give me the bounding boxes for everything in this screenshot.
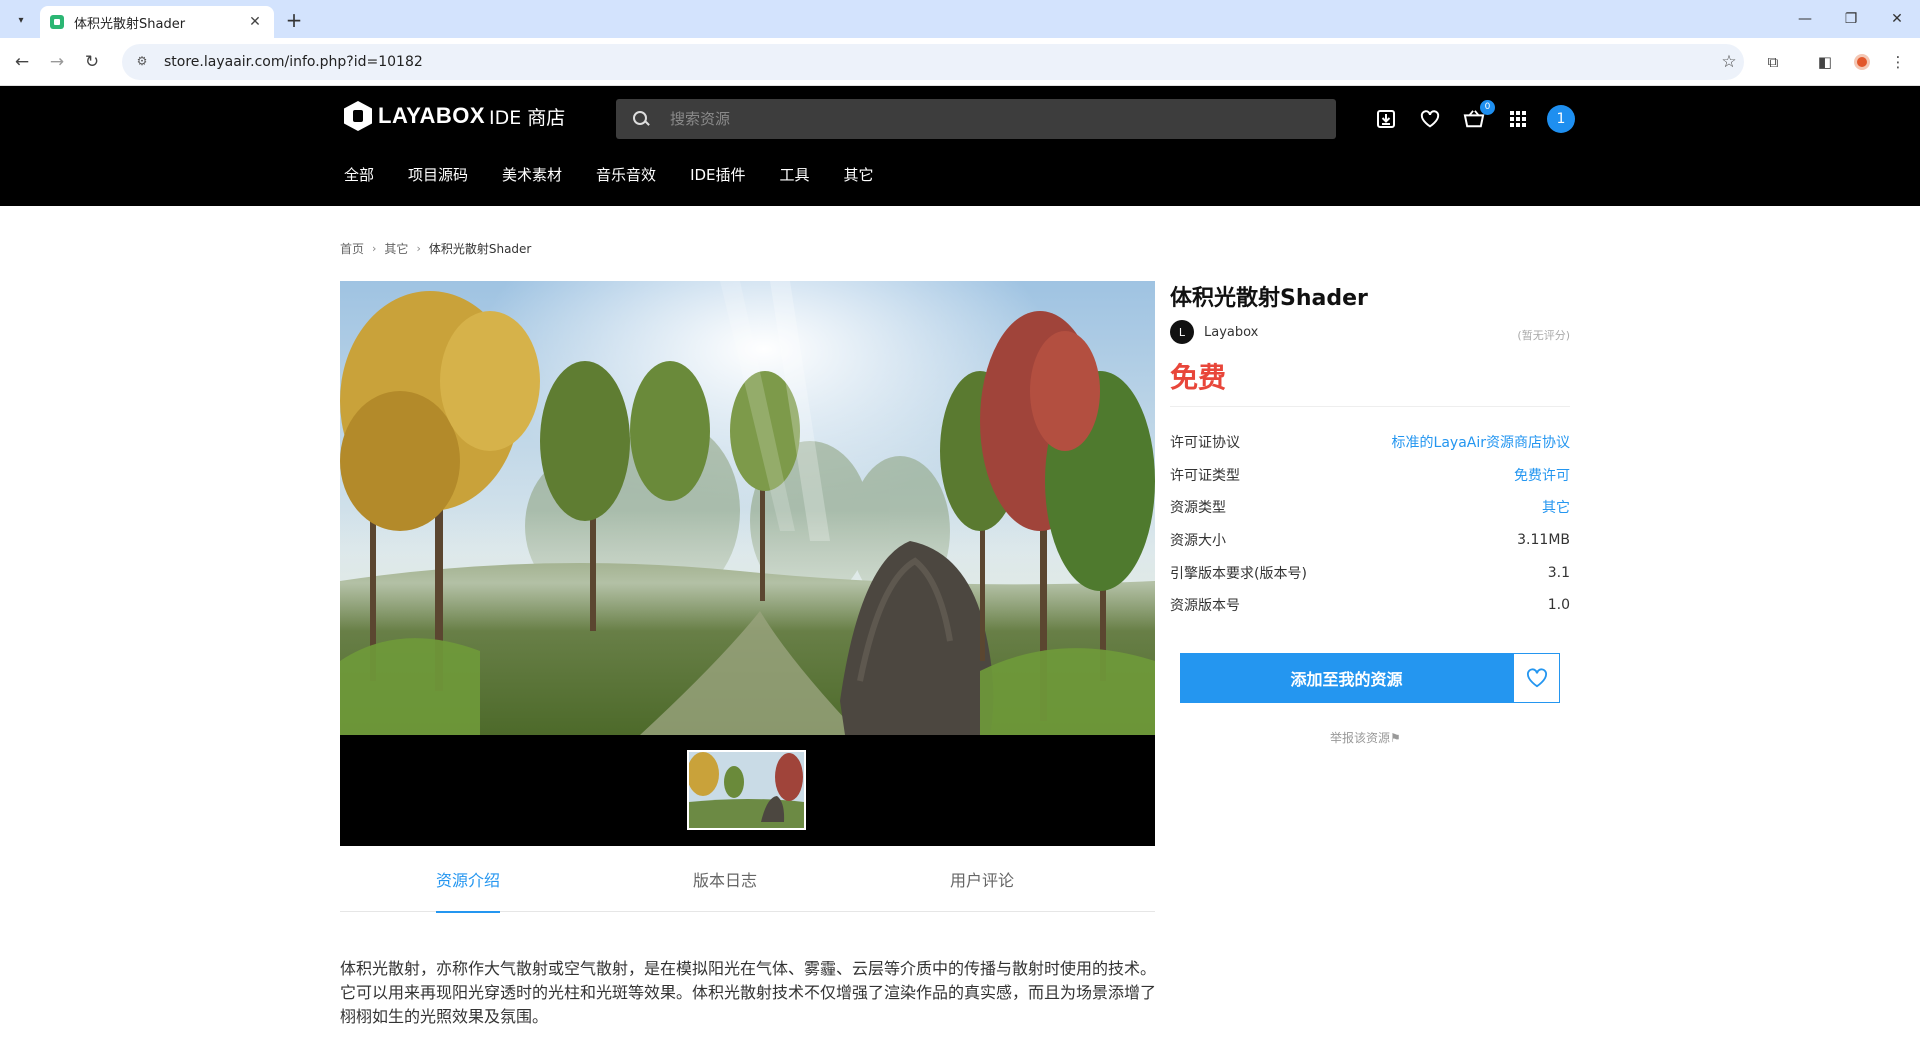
author-info[interactable]: L Layabox bbox=[1170, 320, 1258, 344]
more-menu-icon[interactable]: ⋮ bbox=[1886, 50, 1910, 74]
forward-icon[interactable]: → bbox=[45, 50, 69, 74]
nav-item-tools[interactable]: 工具 bbox=[780, 164, 810, 185]
browser-tabbar: ▾ 体积光散射Shader ✕ + — ❐ ✕ bbox=[0, 0, 1920, 38]
logo-subtitle: IDE 商店 bbox=[489, 106, 566, 129]
apps-grid-icon[interactable] bbox=[1505, 106, 1531, 132]
tab-title: 体积光散射Shader bbox=[74, 16, 186, 32]
nav-item-ide-plugins[interactable]: IDE插件 bbox=[690, 164, 745, 185]
layabox-logo-icon bbox=[344, 101, 372, 131]
profile-icon[interactable] bbox=[1850, 50, 1874, 74]
chevron-right-icon: › bbox=[372, 242, 377, 255]
heart-outline-icon bbox=[1526, 668, 1547, 688]
resource-description: 体积光散射，亦称作大气散射或空气散射，是在模拟阳光在气体、雾霾、云层等介质中的传… bbox=[340, 959, 1157, 1026]
nav-item-other[interactable]: 其它 bbox=[844, 164, 874, 185]
breadcrumb-category[interactable]: 其它 bbox=[384, 240, 408, 257]
logo-text: LAYABOX bbox=[378, 103, 486, 128]
price-label: 免费 bbox=[1170, 361, 1227, 394]
cart-count-badge: 0 bbox=[1480, 100, 1495, 115]
product-main-image[interactable] bbox=[340, 281, 1155, 735]
category-nav: 全部 项目源码 美术素材 音乐音效 IDE插件 工具 其它 bbox=[344, 164, 908, 185]
tab-favicon-icon bbox=[50, 15, 64, 29]
breadcrumb: 首页 › 其它 › 体积光散射Shader bbox=[340, 240, 531, 257]
bookmark-star-icon[interactable]: ☆ bbox=[1714, 52, 1744, 72]
spec-row-license: 许可证协议 标准的LayaAir资源商店协议 bbox=[1170, 426, 1570, 459]
chevron-right-icon: › bbox=[416, 242, 421, 255]
download-icon[interactable] bbox=[1373, 106, 1399, 132]
spec-label: 许可证类型 bbox=[1170, 467, 1240, 484]
spec-row-size: 资源大小 3.11MB bbox=[1170, 524, 1570, 557]
license-type-link[interactable]: 免费许可 bbox=[1514, 465, 1570, 485]
media-gallery bbox=[340, 281, 1155, 846]
nav-item-project-source[interactable]: 项目源码 bbox=[408, 164, 468, 185]
heart-icon[interactable] bbox=[1417, 106, 1443, 132]
nav-item-audio[interactable]: 音乐音效 bbox=[596, 164, 656, 185]
restore-icon[interactable]: ❐ bbox=[1828, 0, 1874, 38]
tab-list-icon[interactable]: ▾ bbox=[10, 9, 32, 31]
spec-row-engine-version: 引擎版本要求(版本号) 3.1 bbox=[1170, 556, 1570, 589]
rating-text: (暂无评分) bbox=[1517, 329, 1570, 342]
window-close-icon[interactable]: ✕ bbox=[1874, 0, 1920, 38]
extensions-icon[interactable]: ⧉ bbox=[1761, 50, 1785, 74]
product-thumbnail[interactable] bbox=[687, 750, 806, 830]
minimize-icon[interactable]: — bbox=[1782, 0, 1828, 38]
browser-tab[interactable]: 体积光散射Shader ✕ bbox=[40, 6, 274, 38]
spec-row-resource-version: 资源版本号 1.0 bbox=[1170, 589, 1570, 622]
spec-row-license-type: 许可证类型 免费许可 bbox=[1170, 459, 1570, 492]
divider bbox=[1170, 406, 1570, 407]
author-avatar: L bbox=[1170, 320, 1194, 344]
plus-icon[interactable]: + bbox=[282, 8, 306, 32]
search-input[interactable] bbox=[670, 110, 1336, 128]
spec-label: 资源版本号 bbox=[1170, 598, 1240, 615]
url-text[interactable]: store.layaair.com/info.php?id=10182 bbox=[164, 54, 1714, 70]
spec-label: 引擎版本要求(版本号) bbox=[1170, 565, 1307, 582]
license-agreement-link[interactable]: 标准的LayaAir资源商店协议 bbox=[1392, 432, 1570, 452]
tab-introduction[interactable]: 资源介绍 bbox=[436, 846, 501, 913]
author-name[interactable]: Layabox bbox=[1204, 325, 1258, 340]
spec-row-resource-type: 资源类型 其它 bbox=[1170, 491, 1570, 524]
tab-reviews[interactable]: 用户评论 bbox=[950, 846, 1014, 912]
report-resource-link[interactable]: 举报该资源⚑ bbox=[1330, 729, 1401, 746]
site-settings-icon[interactable]: ⚙ bbox=[134, 54, 150, 70]
engine-version-value: 3.1 bbox=[1547, 564, 1570, 581]
site-header: LAYABOX IDE 商店 0 1 全部 项目源码 美术素材 音乐音效 IDE… bbox=[0, 86, 1920, 206]
content-tabs: 资源介绍 版本日志 用户评论 bbox=[340, 846, 1155, 913]
user-avatar[interactable]: 1 bbox=[1547, 105, 1575, 133]
favorite-button[interactable] bbox=[1513, 653, 1560, 703]
spec-label: 资源类型 bbox=[1170, 500, 1226, 517]
spec-table: 许可证协议 标准的LayaAir资源商店协议 许可证类型 免费许可 资源类型 其… bbox=[1170, 426, 1570, 622]
breadcrumb-home[interactable]: 首页 bbox=[340, 240, 364, 257]
spec-label: 资源大小 bbox=[1170, 533, 1226, 550]
store-logo[interactable]: LAYABOX IDE 商店 bbox=[344, 100, 565, 132]
resource-version-value: 1.0 bbox=[1547, 597, 1570, 614]
resource-size-value: 3.11MB bbox=[1517, 532, 1570, 549]
address-toolbar: ← → ↻ ⚙ store.layaair.com/info.php?id=10… bbox=[0, 38, 1920, 86]
close-icon[interactable]: ✕ bbox=[246, 14, 264, 30]
nav-item-art-assets[interactable]: 美术素材 bbox=[502, 164, 562, 185]
tab-changelog[interactable]: 版本日志 bbox=[693, 846, 757, 912]
back-icon[interactable]: ← bbox=[10, 50, 34, 74]
spec-label: 许可证协议 bbox=[1170, 435, 1240, 452]
nav-item-all[interactable]: 全部 bbox=[344, 164, 374, 185]
breadcrumb-current: 体积光散射Shader bbox=[428, 242, 532, 256]
product-title: 体积光散射Shader bbox=[1170, 286, 1368, 311]
reload-icon[interactable]: ↻ bbox=[80, 50, 104, 74]
cart-icon[interactable]: 0 bbox=[1461, 100, 1495, 132]
side-panel-icon[interactable]: ◧ bbox=[1813, 50, 1837, 74]
search-icon[interactable] bbox=[632, 110, 650, 128]
omnibox[interactable]: ⚙ store.layaair.com/info.php?id=10182 ☆ bbox=[122, 44, 1744, 80]
search-bar bbox=[616, 99, 1336, 139]
add-to-my-resources-button[interactable]: 添加至我的资源 bbox=[1180, 653, 1513, 703]
resource-type-link[interactable]: 其它 bbox=[1542, 497, 1570, 517]
